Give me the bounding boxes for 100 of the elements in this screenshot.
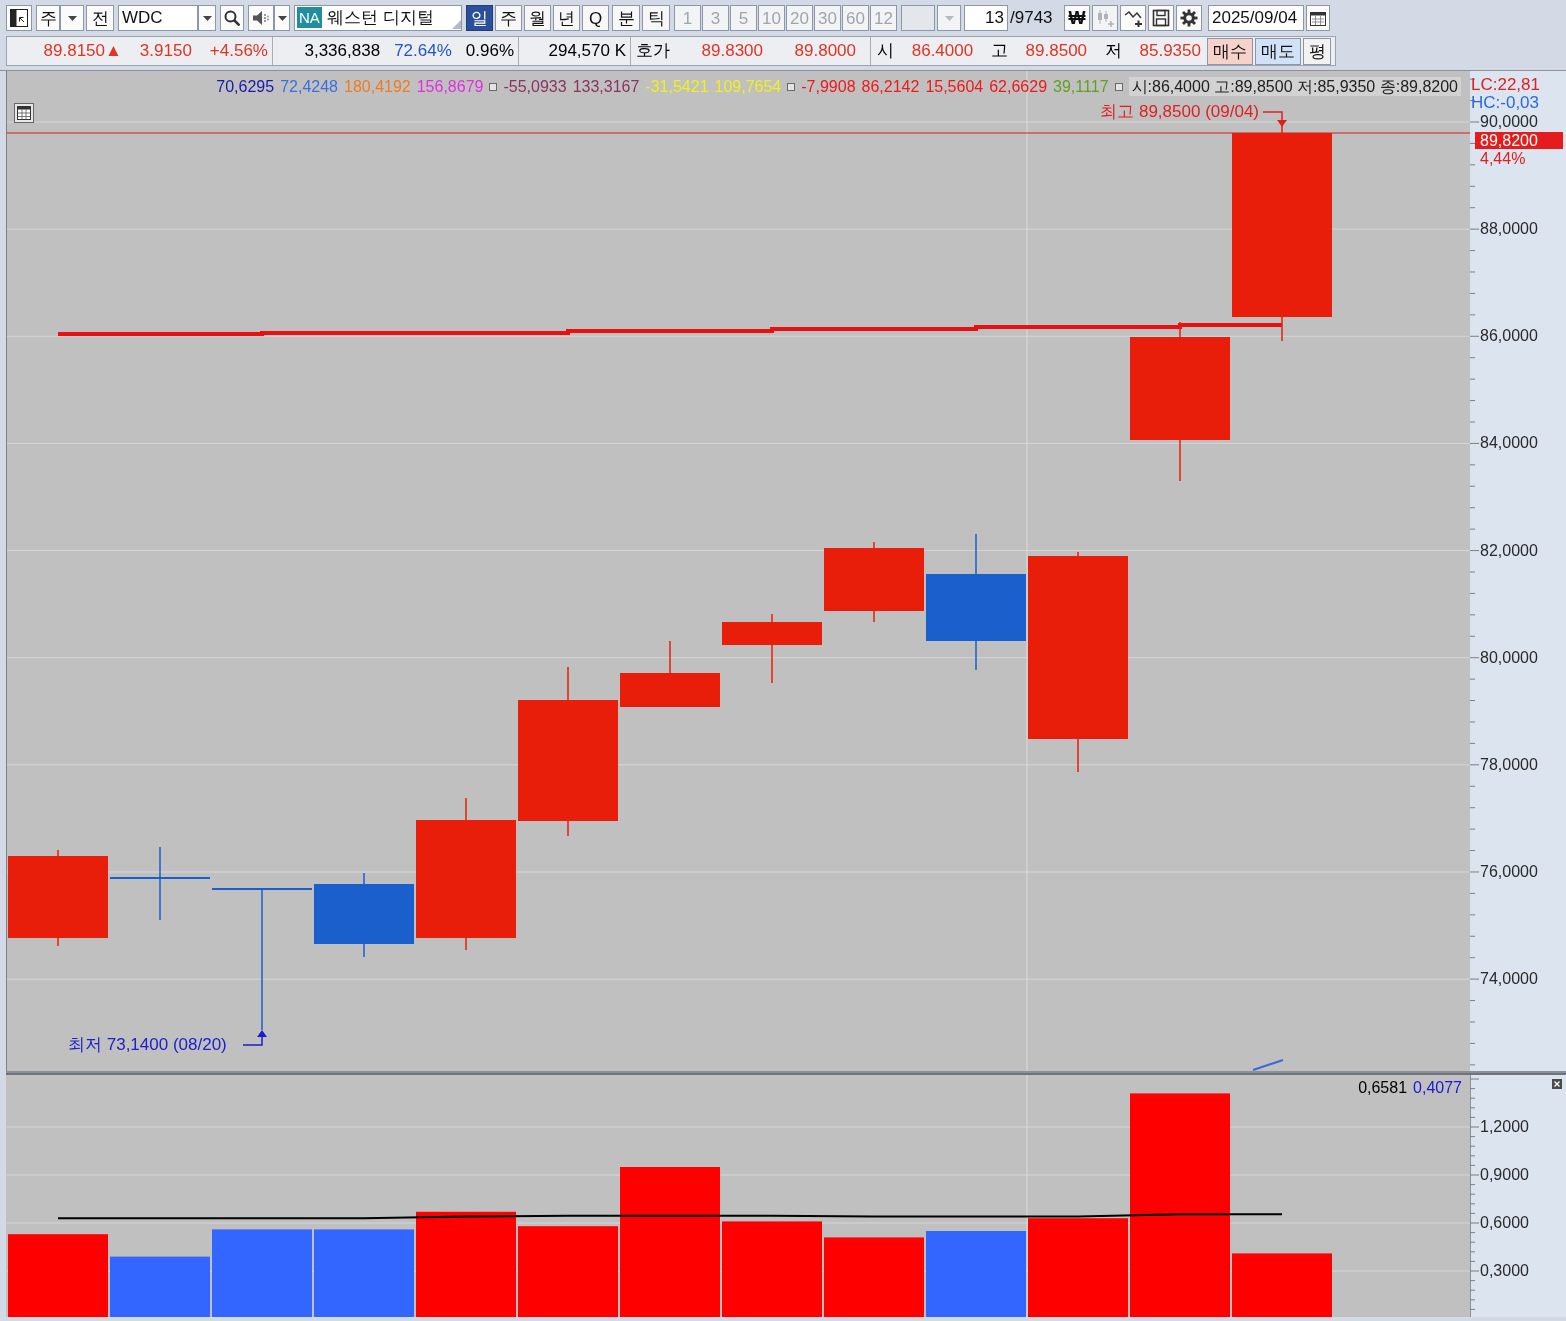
- axis-label: 76,0000: [1480, 862, 1538, 881]
- low-price-note: 최저 73,1400 (08/20): [68, 1035, 227, 1054]
- axis-label: 86,0000: [1480, 327, 1538, 346]
- all-button[interactable]: 전: [86, 5, 114, 31]
- search-button[interactable]: [220, 5, 244, 31]
- high-marker-arrow: [1262, 111, 1287, 127]
- indicator-value: 156,8679: [416, 77, 484, 96]
- unit-tab[interactable]: 틱: [642, 5, 670, 31]
- dropdown-button[interactable]: [198, 5, 216, 31]
- quote-text: +4.56%: [209, 40, 268, 63]
- calendar-button[interactable]: [1306, 5, 1330, 31]
- stock-name: 웨스턴 디지털: [326, 9, 434, 26]
- square-marker-icon: [1114, 82, 1123, 91]
- quote-text: 89.8500: [1025, 40, 1088, 63]
- quote-text: 294,570 K: [548, 40, 626, 63]
- dropdown-button[interactable]: [60, 5, 84, 31]
- unit-tab[interactable]: 분: [612, 5, 640, 31]
- indicator-value: 62,6629: [989, 77, 1048, 96]
- count-total: /9743: [1010, 7, 1054, 30]
- grid-icon: [17, 106, 31, 120]
- caret-icon: [202, 15, 212, 21]
- calendar-icon: [1310, 10, 1326, 26]
- count-field[interactable]: 13: [964, 5, 1008, 31]
- axis-label: 0,6000: [1480, 1214, 1529, 1232]
- quote-text: 89.8000: [794, 40, 856, 63]
- trend-line-segment: [1252, 1059, 1284, 1071]
- market-select[interactable]: 주: [36, 5, 60, 31]
- quote-text: 3,336,838: [304, 40, 381, 63]
- axis-label: 90,0000: [1480, 113, 1538, 131]
- indicator-value: 133,3167: [572, 77, 640, 96]
- candlestick-icon: [1096, 9, 1114, 27]
- hc-value: HC:-0,03: [1471, 94, 1540, 112]
- speaker-icon: [252, 10, 270, 26]
- indicator-value: -7,9908: [801, 77, 856, 96]
- quote-text: 시: [877, 40, 894, 63]
- quote-text: 89.8300: [701, 40, 763, 63]
- indicator-value: 86,2142: [861, 77, 920, 96]
- lc-value: LC:22,81: [1471, 76, 1540, 94]
- indicator-value: 180,4192: [344, 77, 411, 96]
- period-tab[interactable]: 주: [495, 5, 522, 31]
- stock-name-field[interactable]: NA 웨스턴 디지털: [294, 5, 462, 31]
- save-icon: [1152, 9, 1170, 27]
- axis-label: 78,0000: [1480, 755, 1538, 774]
- caret-icon: [67, 15, 77, 21]
- quote-text: 고: [990, 40, 1008, 63]
- axis-label: 84,0000: [1480, 434, 1538, 453]
- axis-label: 74,0000: [1480, 970, 1538, 989]
- period-tab[interactable]: 년: [553, 5, 580, 31]
- change-rate: 4,44%: [1480, 150, 1526, 167]
- axis-label: 1,2000: [1480, 1118, 1529, 1136]
- layout-button[interactable]: [6, 5, 32, 31]
- axis-label: 82,0000: [1480, 541, 1538, 560]
- axis-label: 80,0000: [1480, 648, 1538, 667]
- last-price-tag: 89,8200: [1475, 132, 1563, 149]
- axis-label: 0,3000: [1480, 1262, 1529, 1280]
- order-button[interactable]: 매수: [1207, 37, 1253, 65]
- ohlc-summary: 시:86,4000 고:89,8500 저:85,9350 종:89,8200: [1128, 77, 1461, 96]
- indicator-value: 0,6581: [1358, 1078, 1408, 1097]
- indicator-value: 15,5604: [925, 77, 984, 96]
- dropdown-button[interactable]: [274, 5, 290, 31]
- high-price-note: 최고 89,8500 (09/04): [1100, 102, 1259, 121]
- table-view-button[interactable]: [14, 103, 34, 123]
- low-marker-arrow: [242, 1030, 267, 1046]
- tool-button[interactable]: [1148, 5, 1174, 31]
- indicator-value: 39,1117: [1053, 77, 1109, 96]
- square-marker-icon: [787, 82, 796, 91]
- indicator-value: -31,5421: [645, 77, 709, 96]
- resize-grip-icon: [452, 20, 461, 29]
- currency-button[interactable]: ₩: [1064, 5, 1090, 31]
- quote-text: 3.9150: [139, 40, 192, 63]
- speaker-button[interactable]: [248, 5, 274, 31]
- indicator-value: 0,4077: [1413, 1078, 1462, 1097]
- axis-label: 0,9000: [1480, 1166, 1529, 1184]
- settings-icon: [1180, 9, 1198, 27]
- period-tab[interactable]: 월: [524, 5, 551, 31]
- market-badge: NA: [297, 7, 322, 28]
- tool-button[interactable]: [1120, 5, 1146, 31]
- quote-text: 저: [1104, 40, 1122, 63]
- caret-icon: [277, 15, 287, 21]
- balance-button[interactable]: 평: [1303, 37, 1331, 65]
- square-marker-icon: [489, 82, 498, 91]
- caret-icon: [944, 15, 954, 21]
- symbol-field[interactable]: WDC: [118, 5, 198, 31]
- tool-button[interactable]: [1176, 5, 1202, 31]
- period-tab[interactable]: Q: [582, 5, 609, 31]
- quote-text: 호가: [636, 40, 670, 63]
- indicator-value: 109,7654: [714, 77, 782, 96]
- line-plus-icon: [1124, 9, 1142, 27]
- window-layout-icon: [10, 9, 28, 27]
- order-button[interactable]: 매도: [1255, 37, 1301, 65]
- search-icon: [224, 10, 240, 26]
- indicator-value: 70,6295: [216, 77, 275, 96]
- period-tab[interactable]: 일: [466, 5, 493, 31]
- quote-text: 85.9350: [1139, 40, 1201, 63]
- close-icon[interactable]: [1552, 1079, 1562, 1089]
- quote-text: 89.8150▲: [43, 40, 122, 63]
- quote-text: 72.64%: [394, 40, 452, 63]
- axis-label: 88,0000: [1480, 220, 1538, 239]
- indicator-value: 72,4248: [280, 77, 338, 96]
- date-field[interactable]: 2025/09/04: [1208, 5, 1304, 31]
